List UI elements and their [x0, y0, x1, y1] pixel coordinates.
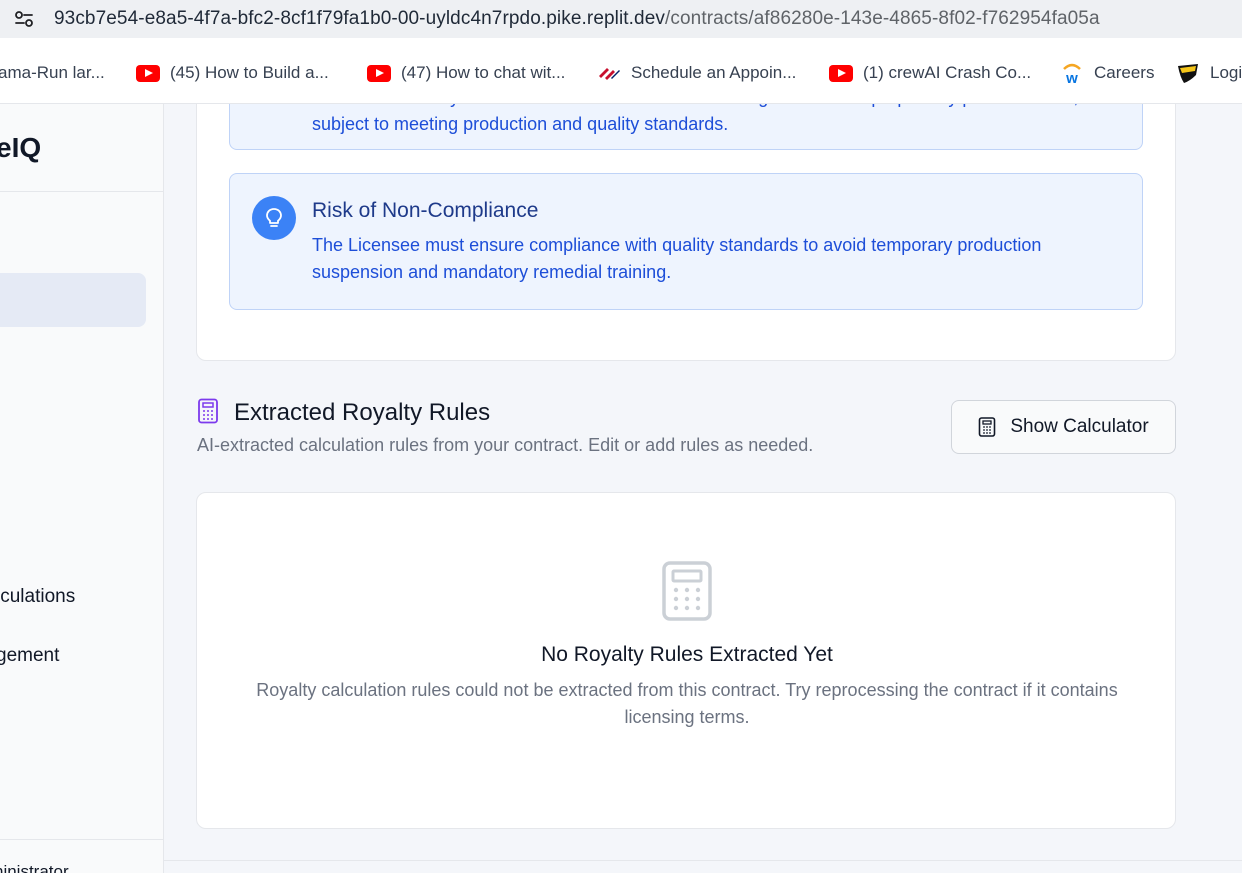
royalty-section-title: Extracted Royalty Rules — [234, 399, 491, 426]
insight-item: Risk of Non-Compliance The Licensee must… — [229, 173, 1143, 310]
sidebar-item-calculations[interactable]: lculations — [0, 586, 75, 608]
bookmark-item[interactable]: (45) How to Build a... — [136, 61, 329, 85]
insight-text: The Licensee must ensure compliance with… — [312, 235, 1042, 282]
calculator-icon — [978, 417, 996, 437]
main-divider — [164, 860, 1242, 861]
youtube-icon — [829, 64, 853, 82]
royalty-section-subtitle: AI-extracted calculation rules from your… — [197, 435, 814, 455]
url-path: /contracts/af86280e-143e-4865-8f02-f7629… — [665, 8, 1100, 29]
browser-address-bar: 93cb7e54-e8a5-4f7a-bfc2-8cf1f79fa1b0-00-… — [0, 0, 1242, 44]
bookmark-item[interactable]: (1) crewAI Crash Co... — [829, 61, 1031, 85]
bank-flag-icon — [597, 64, 621, 82]
sidebar-item-active[interactable] — [0, 273, 146, 327]
bookmark-label: ama-Run lar... — [0, 63, 105, 82]
omnibox[interactable]: 93cb7e54-e8a5-4f7a-bfc2-8cf1f79fa1b0-00-… — [0, 0, 1242, 38]
bookmark-item[interactable]: ama-Run lar... — [0, 61, 105, 85]
site-info-icon[interactable] — [10, 5, 38, 33]
sidebar: eIQ lculations gement ninistrator — [0, 104, 164, 873]
lightbulb-icon — [252, 196, 296, 240]
bookmark-item[interactable]: w Careers — [1060, 61, 1154, 85]
bookmark-label: (47) How to chat wit... — [401, 63, 566, 82]
workday-icon: w — [1060, 63, 1084, 85]
royalty-rules-empty-card: No Royalty Rules Extracted Yet Royalty c… — [196, 492, 1176, 829]
svg-text:w: w — [1065, 70, 1078, 85]
bookmark-label: (45) How to Build a... — [170, 63, 329, 82]
bookmark-label: Schedule an Appoin... — [631, 63, 797, 82]
shield-icon — [1176, 64, 1200, 83]
bookmark-label: Logi — [1210, 63, 1242, 82]
sidebar-item-management[interactable]: gement — [0, 645, 59, 667]
bookmark-item[interactable]: (47) How to chat wit... — [367, 61, 565, 85]
bookmark-label: Careers — [1094, 63, 1155, 82]
insights-card: The Licensee may benefit from increased … — [196, 104, 1176, 361]
empty-state-description: Royalty calculation rules could not be e… — [256, 680, 1118, 727]
insight-title: Risk of Non-Compliance — [312, 199, 539, 222]
bookmark-item[interactable]: Logi — [1176, 61, 1242, 85]
user-role: ninistrator — [0, 862, 69, 873]
sidebar-divider — [0, 191, 163, 192]
bookmark-label: (1) crewAI Crash Co... — [863, 63, 1032, 82]
bookmark-item[interactable]: Schedule an Appoin... — [597, 61, 796, 85]
bookmarks-bar: ama-Run lar... (45) How to Build a... (4… — [0, 44, 1242, 104]
main-content: The Licensee may benefit from increased … — [164, 104, 1242, 873]
insight-item: The Licensee may benefit from increased … — [229, 104, 1143, 150]
app-brand: eIQ — [0, 132, 42, 163]
calculator-icon — [662, 561, 712, 626]
insight-text: The Licensee may benefit from increased … — [312, 104, 1078, 134]
show-calculator-label: Show Calculator — [1010, 416, 1149, 437]
url-text[interactable]: 93cb7e54-e8a5-4f7a-bfc2-8cf1f79fa1b0-00-… — [54, 8, 1100, 30]
url-host: 93cb7e54-e8a5-4f7a-bfc2-8cf1f79fa1b0-00-… — [54, 8, 665, 29]
sidebar-divider — [0, 839, 163, 840]
show-calculator-button[interactable]: Show Calculator — [951, 400, 1176, 454]
youtube-icon — [367, 64, 391, 82]
youtube-icon — [136, 64, 160, 82]
royalty-section-icon — [196, 398, 220, 429]
empty-state-title: No Royalty Rules Extracted Yet — [541, 643, 833, 666]
